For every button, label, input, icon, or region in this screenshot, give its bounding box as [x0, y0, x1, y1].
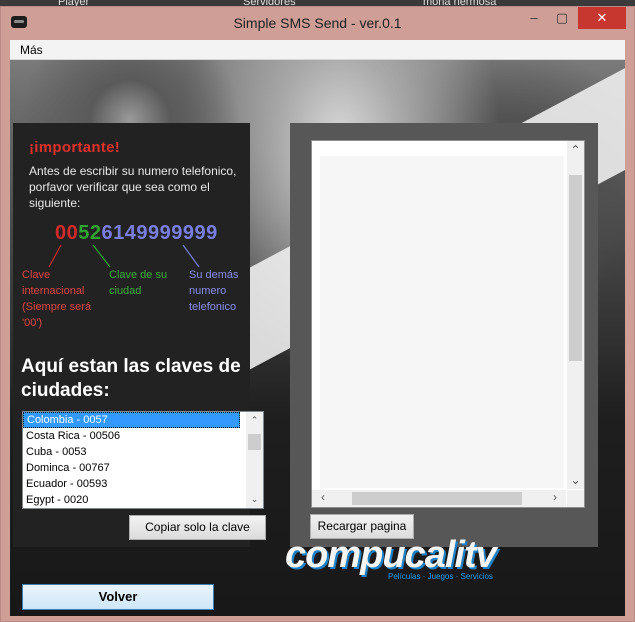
vertical-scrollbar[interactable]: ⌃ ⌄	[567, 141, 584, 489]
list-item[interactable]: Ecuador - 00593	[23, 476, 240, 492]
cities-heading: Aquí estan las claves de ciudades:	[21, 356, 241, 401]
app-window: Simple SMS Send - ver.0.1 – ▢ ✕ Más ¡imp…	[0, 6, 635, 622]
scroll-thumb[interactable]	[569, 175, 582, 361]
list-item[interactable]: Cuba - 0053	[23, 444, 240, 460]
browser-panel: ⌃ ⌄ ‹ › Recargar pagina	[290, 123, 598, 547]
menu-bar: Más	[10, 40, 625, 60]
menu-item-mas[interactable]: Más	[20, 43, 43, 57]
chevron-right-icon[interactable]: ›	[548, 490, 562, 504]
watermark-tagline: Películas · Juegos · Servicios	[388, 572, 493, 581]
pointer-line-city	[92, 244, 111, 268]
web-content	[320, 156, 564, 488]
cities-listbox[interactable]: Colombia - 0057 Costa Rica - 00506 Cuba …	[22, 411, 264, 509]
scroll-corner	[567, 490, 584, 507]
web-view[interactable]: ⌃ ⌄ ‹ ›	[311, 140, 585, 508]
caption-city: Clave de su ciudad	[109, 269, 168, 297]
copy-code-button[interactable]: Copiar solo la clave	[129, 515, 266, 540]
back-button[interactable]: Volver	[22, 584, 214, 610]
client-area: ¡importante! Antes de escribir su numero…	[10, 60, 625, 616]
chevron-up-icon[interactable]: ⌃	[246, 412, 263, 429]
scroll-thumb[interactable]	[352, 492, 522, 505]
maximize-button[interactable]: ▢	[548, 7, 576, 29]
caption-number: Su demás numero telefonico	[189, 269, 239, 313]
list-item[interactable]: Egypt - 0020	[23, 492, 240, 508]
list-scrollbar[interactable]: ⌃ ⌄	[246, 412, 263, 508]
watermark-logo: compucalitv	[285, 534, 497, 576]
caption-country: Clave internacional (Siempre será '00')	[22, 269, 92, 329]
list-item[interactable]: Costa Rica - 00506	[23, 428, 240, 444]
horizontal-scrollbar[interactable]: ‹ ›	[312, 490, 566, 507]
chevron-left-icon[interactable]: ‹	[316, 490, 330, 504]
pointer-lines	[48, 244, 200, 268]
chevron-down-icon[interactable]: ⌄	[567, 473, 584, 487]
minimize-button[interactable]: –	[520, 7, 548, 29]
chevron-up-icon[interactable]: ⌃	[567, 143, 584, 157]
list-item[interactable]: Dominca - 00767	[23, 460, 240, 476]
list-item[interactable]: Colombia - 0057	[23, 412, 240, 428]
pointer-line-number	[182, 244, 200, 268]
instructions-panel: ¡importante! Antes de escribir su numero…	[13, 123, 266, 547]
close-button[interactable]: ✕	[578, 7, 626, 29]
scroll-thumb[interactable]	[248, 434, 261, 450]
title-bar[interactable]: Simple SMS Send - ver.0.1 – ▢ ✕	[1, 7, 634, 39]
pointer-line-country	[48, 244, 62, 268]
chevron-down-icon[interactable]: ⌄	[246, 491, 263, 508]
